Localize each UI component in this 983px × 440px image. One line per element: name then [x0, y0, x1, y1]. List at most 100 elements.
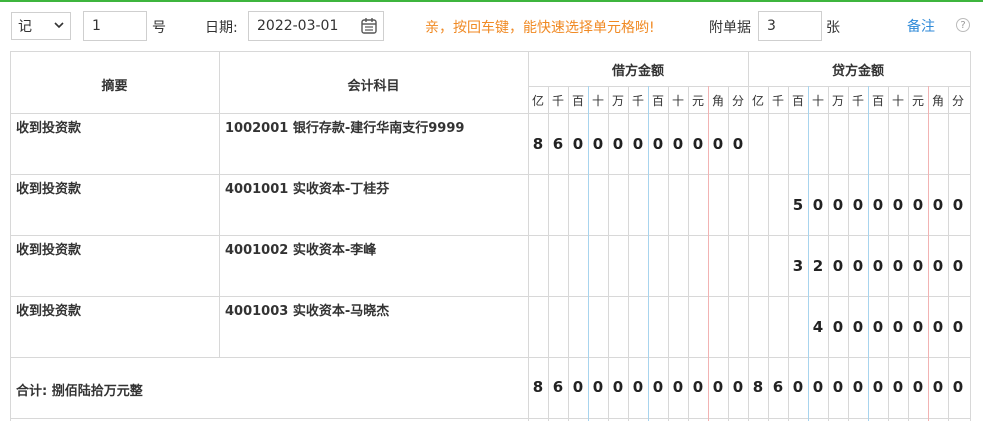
credit-amount-digit: 4: [812, 318, 824, 336]
attachment-unit-label: 张: [826, 20, 840, 36]
grid-line: [808, 86, 809, 421]
credit-unit-label: 百: [871, 94, 884, 108]
attachment-count-value: 3: [767, 18, 776, 34]
row-account[interactable]: 1002001 银行存款-建行华南支行9999: [225, 117, 464, 136]
credit-amount-digit: 0: [852, 257, 864, 275]
credit-amount-digit: 3: [792, 257, 804, 275]
total-credit-digit: 0: [952, 378, 964, 396]
voucher-word-select[interactable]: 记: [11, 12, 71, 40]
grid-line: [948, 86, 949, 421]
debit-unit-label: 元: [691, 94, 704, 108]
grid-line: [10, 51, 970, 52]
total-debit-digit: 0: [712, 378, 724, 396]
total-credit-digit: 0: [832, 378, 844, 396]
account-column-header: 会计科目: [347, 79, 400, 94]
grid-line: [868, 86, 869, 421]
debit-amount-digit: 0: [592, 135, 604, 153]
attachment-count-input[interactable]: 3: [758, 11, 822, 41]
voucher-word-value: 记: [18, 19, 32, 35]
voucher-number-value: 1: [92, 18, 101, 34]
debit-unit-label: 千: [551, 94, 564, 108]
debit-amount-digit: 6: [552, 135, 564, 153]
credit-amount-digit: 0: [912, 257, 924, 275]
total-debit-digit: 8: [532, 378, 544, 396]
debit-unit-label: 千: [631, 94, 644, 108]
credit-unit-label: 百: [791, 94, 804, 108]
credit-amount-digit: 0: [832, 318, 844, 336]
debit-unit-label: 亿: [531, 94, 544, 108]
total-debit-digit: 0: [672, 378, 684, 396]
credit-amount-digit: 0: [872, 196, 884, 214]
chevron-down-icon: [54, 21, 64, 32]
date-label: 日期:: [205, 20, 238, 36]
credit-amount-digit: 0: [952, 196, 964, 214]
row-account[interactable]: 4001001 实收资本-丁桂芬: [225, 178, 389, 197]
row-summary[interactable]: 收到投资款: [16, 300, 81, 319]
credit-unit-label: 十: [811, 94, 824, 108]
debit-unit-label: 百: [571, 94, 584, 108]
credit-amount-digit: 2: [812, 257, 824, 275]
credit-unit-label: 分: [951, 94, 964, 108]
calendar-icon[interactable]: [360, 17, 378, 39]
debit-amount-digit: 0: [632, 135, 644, 153]
total-credit-digit: 0: [892, 378, 904, 396]
grid-line: [10, 51, 11, 421]
total-credit-digit: 0: [852, 378, 864, 396]
total-credit-digit: 0: [912, 378, 924, 396]
credit-amount-digit: 0: [892, 318, 904, 336]
credit-amount-digit: 0: [812, 196, 824, 214]
grid-line: [10, 113, 970, 114]
total-debit-digit: 0: [592, 378, 604, 396]
help-icon[interactable]: ?: [956, 18, 970, 32]
credit-amount-digit: 0: [832, 257, 844, 275]
row-summary[interactable]: 收到投资款: [16, 178, 81, 197]
debit-column-header: 借方金额: [611, 64, 664, 79]
row-account[interactable]: 4001002 实收资本-李峰: [225, 239, 376, 258]
credit-column-header: 贷方金额: [831, 64, 884, 79]
attachment-label: 附单据: [709, 20, 751, 36]
credit-unit-label: 元: [911, 94, 924, 108]
credit-amount-digit: 0: [892, 196, 904, 214]
grid-line: [219, 51, 220, 357]
remark-link[interactable]: 备注: [907, 16, 935, 36]
grid-line: [848, 86, 849, 421]
credit-amount-digit: 5: [792, 196, 804, 214]
grid-line: [788, 86, 789, 421]
credit-amount-digit: 0: [872, 318, 884, 336]
credit-amount-digit: 0: [892, 257, 904, 275]
credit-amount-digit: 0: [952, 257, 964, 275]
total-credit-digit: 0: [932, 378, 944, 396]
grid-line: [10, 418, 970, 419]
total-debit-digit: 0: [732, 378, 744, 396]
grid-line: [10, 174, 970, 175]
debit-amount-digit: 0: [692, 135, 704, 153]
debit-amount-digit: 0: [712, 135, 724, 153]
row-account[interactable]: 4001003 实收资本-马晓杰: [225, 300, 389, 319]
voucher-toolbar: 记 1 号 日期: 2022-03-01 亲，按回车键，能快速选择单元格哟! 附…: [0, 2, 983, 50]
voucher-table: 摘要 会计科目 借方金额 贷方金额 收到投资款 1002001 银行存款-建行华…: [10, 51, 971, 421]
debit-amount-digit: 0: [612, 135, 624, 153]
total-credit-digit: 6: [772, 378, 784, 396]
debit-amount-digit: 0: [672, 135, 684, 153]
total-debit-digit: 0: [632, 378, 644, 396]
debit-amount-digit: 0: [732, 135, 744, 153]
grid-line: [10, 357, 970, 358]
total-debit-digit: 0: [612, 378, 624, 396]
row-summary[interactable]: 收到投资款: [16, 117, 81, 136]
credit-amount-digit: 0: [872, 257, 884, 275]
grid-line: [828, 86, 829, 421]
debit-unit-label: 角: [711, 94, 724, 108]
credit-amount-digit: 0: [852, 318, 864, 336]
shortcut-tip: 亲，按回车键，能快速选择单元格哟!: [425, 20, 655, 36]
credit-unit-label: 千: [771, 94, 784, 108]
credit-amount-digit: 0: [912, 196, 924, 214]
debit-unit-label: 万: [611, 94, 624, 108]
grid-line: [10, 296, 970, 297]
credit-amount-digit: 0: [852, 196, 864, 214]
grid-line: [928, 86, 929, 421]
credit-unit-label: 亿: [751, 94, 764, 108]
voucher-number-input[interactable]: 1: [83, 11, 147, 41]
date-input[interactable]: 2022-03-01: [248, 11, 384, 41]
total-debit-digit: 0: [572, 378, 584, 396]
row-summary[interactable]: 收到投资款: [16, 239, 81, 258]
